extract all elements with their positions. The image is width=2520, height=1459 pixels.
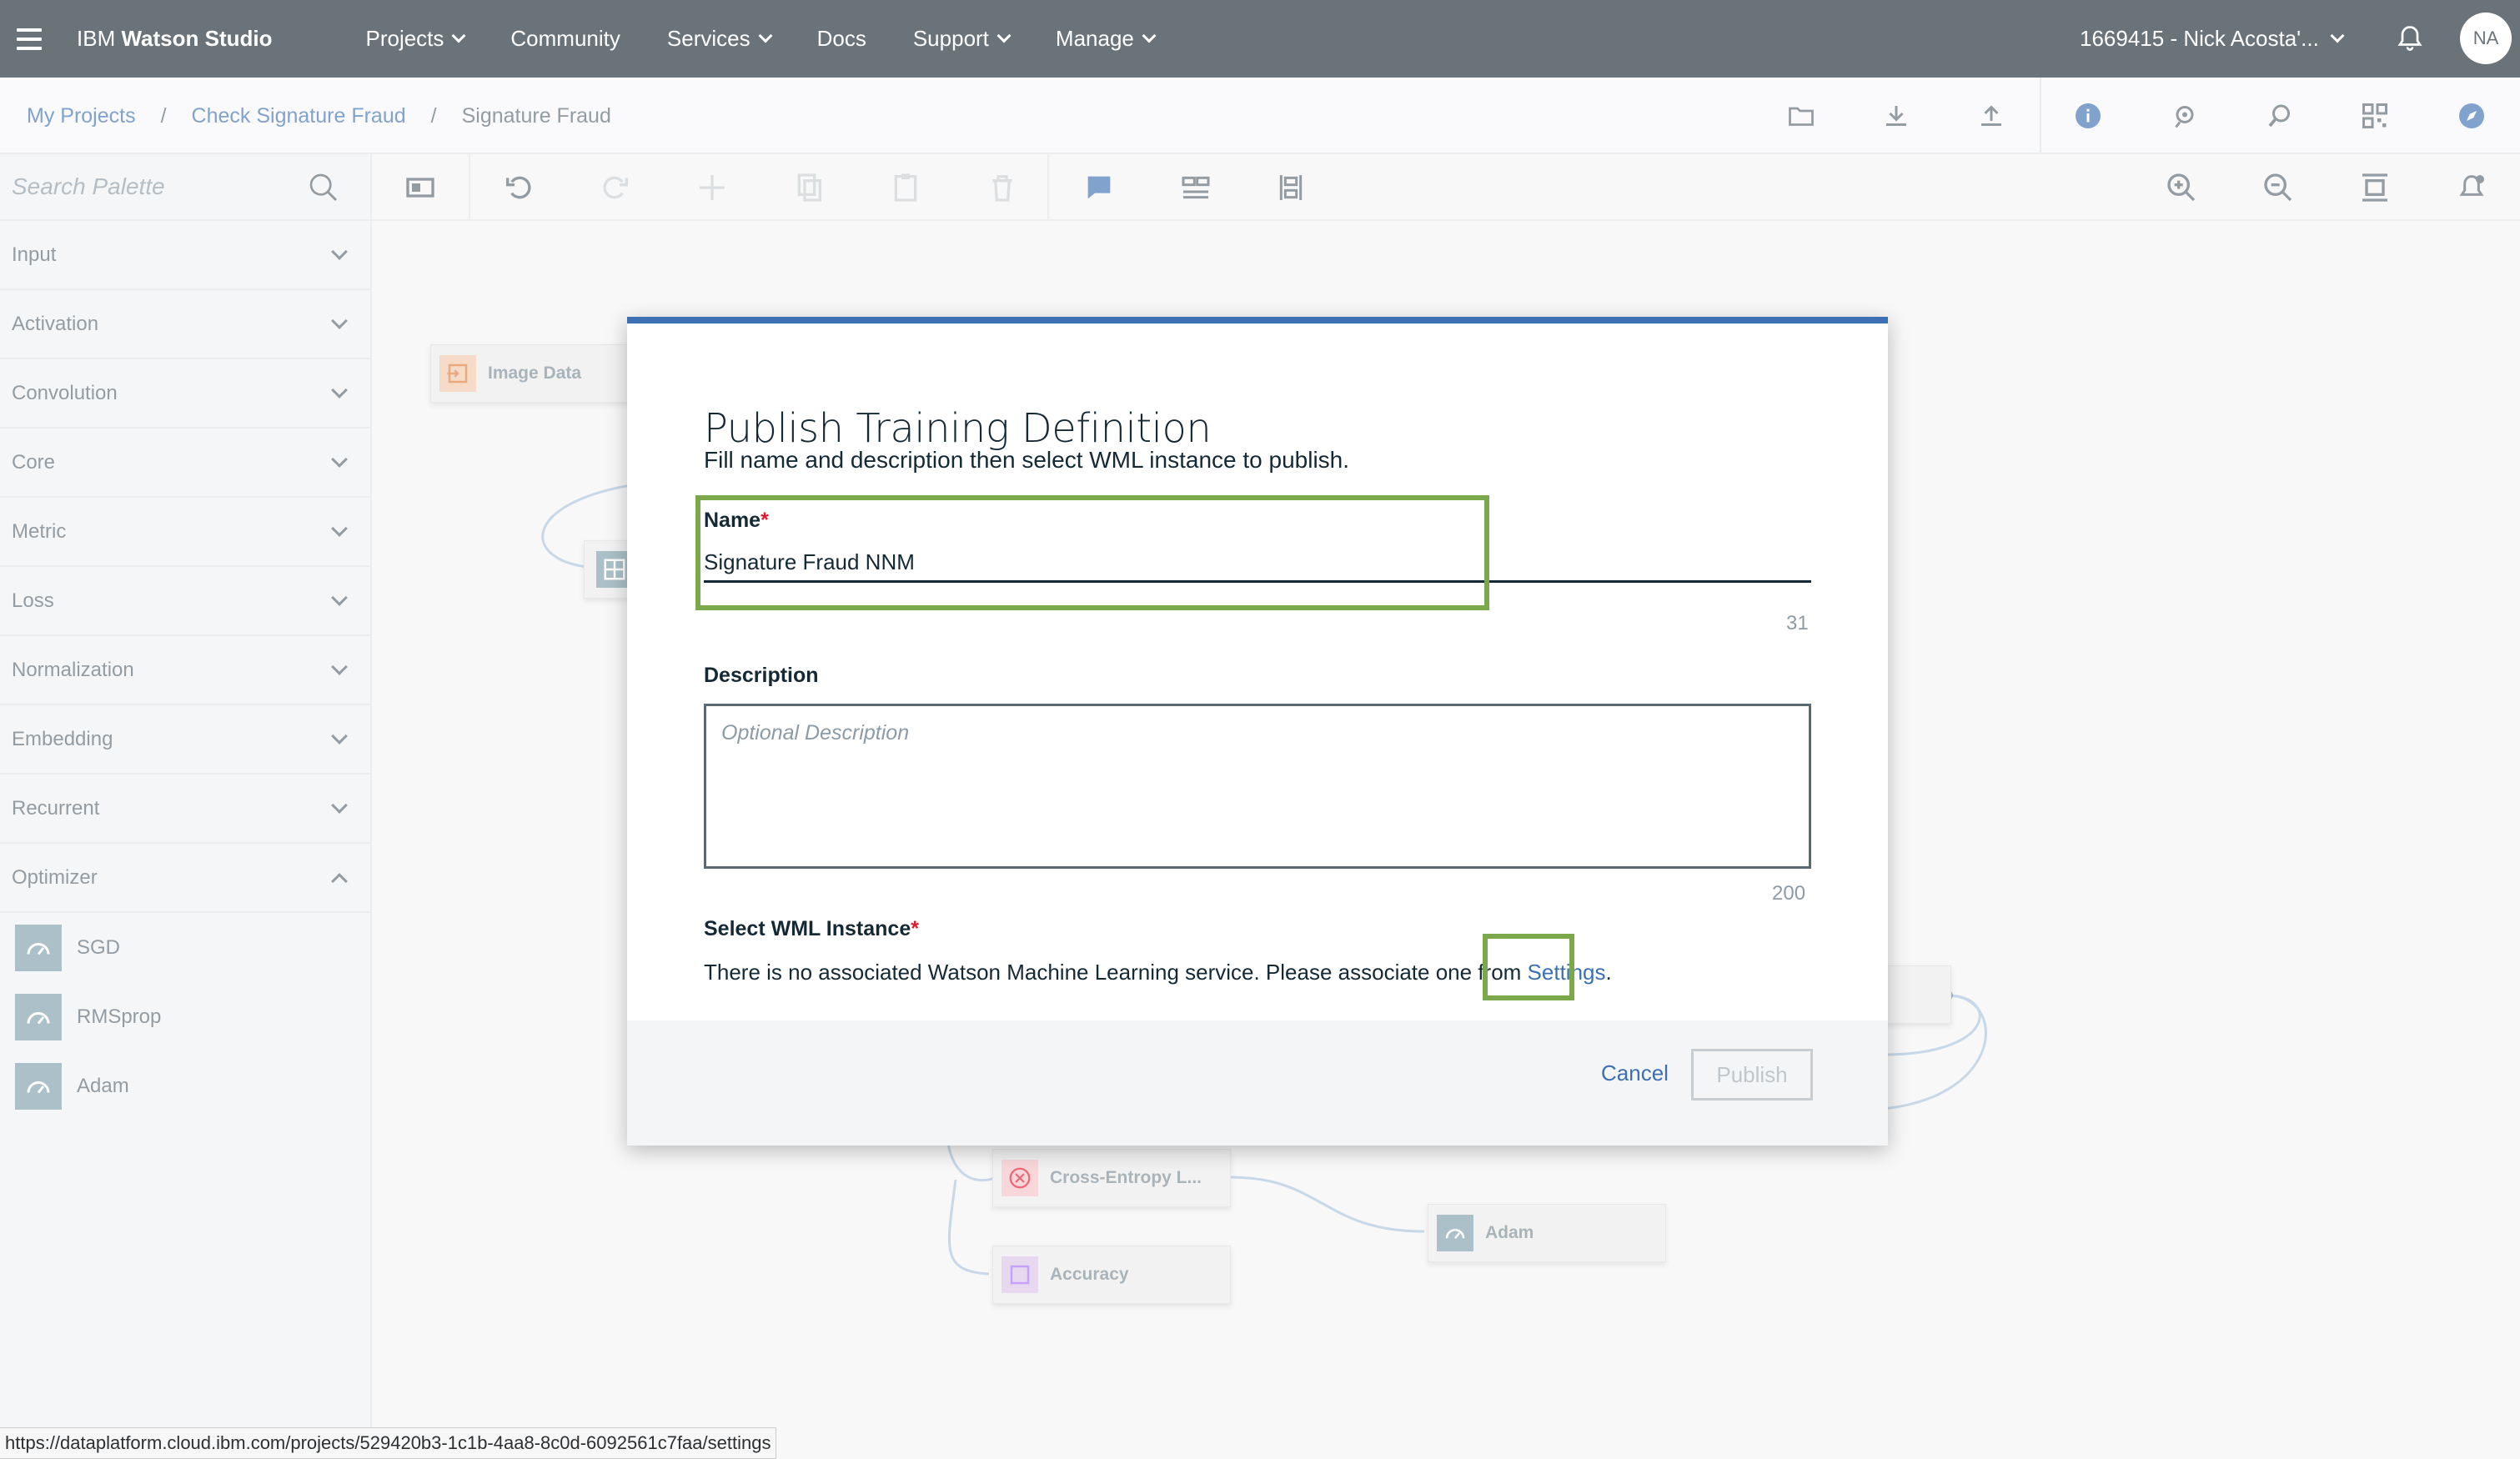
wml-instance-message: There is no associated Watson Machine Le… — [704, 960, 1612, 985]
wml-message-text: There is no associated Watson Machine Le… — [704, 960, 1528, 985]
name-char-counter: 31 — [1786, 612, 1809, 634]
wml-label-text: Select WML Instance — [704, 917, 911, 940]
wml-instance-label: Select WML Instance* — [704, 917, 919, 941]
publish-button[interactable]: Publish — [1691, 1049, 1813, 1101]
cancel-button[interactable]: Cancel — [1601, 1060, 1669, 1086]
description-char-counter: 200 — [1772, 882, 1806, 905]
status-bar-url: https://dataplatform.cloud.ibm.com/proje… — [0, 1427, 777, 1459]
description-label: Description — [704, 664, 819, 687]
dialog-footer: Cancel Publish — [627, 1020, 1888, 1146]
description-field[interactable] — [704, 704, 1811, 869]
settings-link-highlight — [1483, 934, 1574, 1000]
dialog-subtitle: Fill name and description then select WM… — [704, 447, 1350, 473]
wml-message-end: . — [1605, 960, 1612, 985]
dialog-title: Publish Training Definition — [704, 405, 1212, 452]
name-field-highlight — [695, 495, 1489, 610]
publish-training-definition-dialog: Publish Training Definition Fill name an… — [627, 317, 1888, 1146]
required-mark: * — [911, 917, 919, 940]
